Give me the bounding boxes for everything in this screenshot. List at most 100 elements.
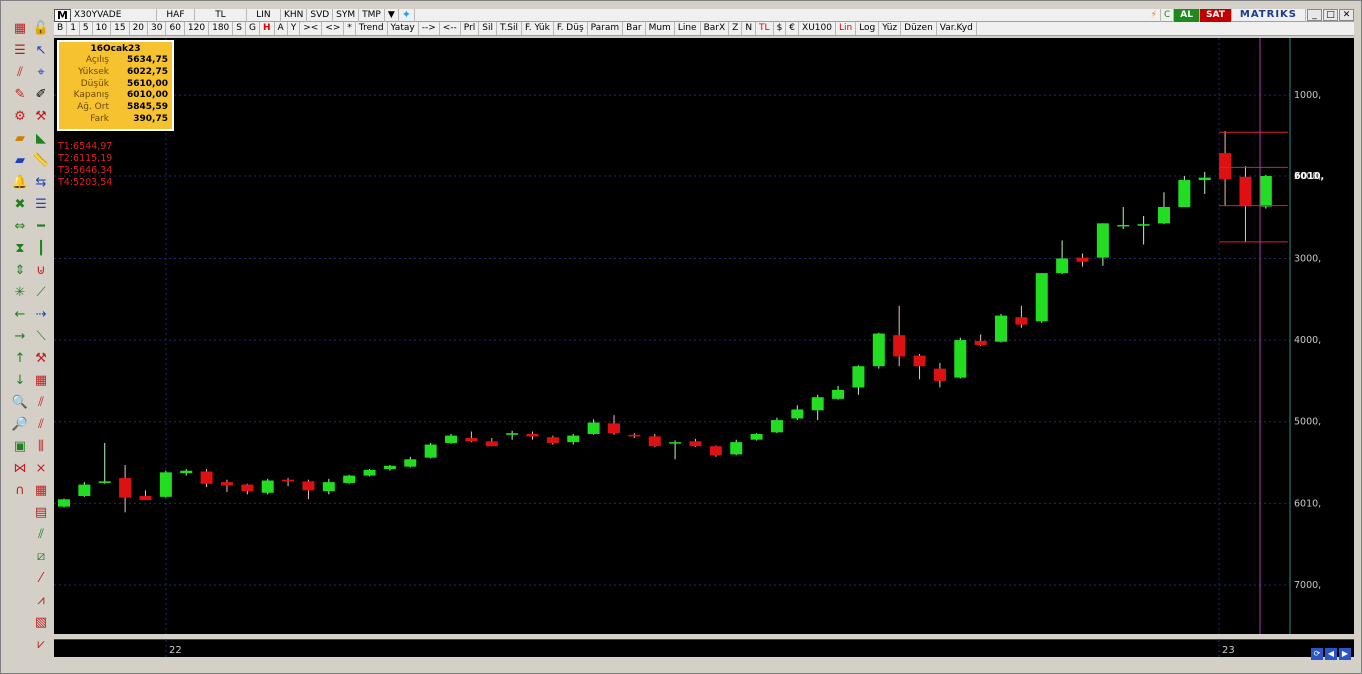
tool-button[interactable]: T.Sil: [497, 22, 523, 35]
svd-button[interactable]: SVD: [307, 8, 334, 22]
period-button[interactable]: 120: [185, 22, 210, 35]
shape2-icon[interactable]: ◣: [32, 130, 50, 148]
tool-button[interactable]: Sil: [479, 22, 497, 35]
tool-button[interactable]: BarX: [701, 22, 730, 35]
tool-button[interactable]: Bar: [623, 22, 646, 35]
tool-button[interactable]: $: [774, 22, 787, 35]
tool-button[interactable]: Line: [675, 22, 701, 35]
sym-button[interactable]: SYM: [333, 8, 360, 22]
arrow-left-icon[interactable]: ←: [11, 306, 29, 324]
bar-icon[interactable]: ┃: [32, 240, 50, 258]
tool-button[interactable]: Mum: [646, 22, 675, 35]
period-button[interactable]: 10: [93, 22, 112, 35]
tl-button[interactable]: TL: [195, 8, 247, 22]
edit-icon[interactable]: ✐: [32, 86, 50, 104]
chart2-icon[interactable]: ⫽: [32, 416, 50, 434]
twitter-icon[interactable]: ✦: [399, 8, 415, 22]
gear-icon[interactable]: ⚙: [11, 108, 29, 126]
cursor-icon[interactable]: ↖: [32, 42, 50, 60]
tool-button[interactable]: Param: [588, 22, 624, 35]
zigzag-icon[interactable]: ⋈: [11, 460, 29, 478]
refresh-icon[interactable]: C: [1161, 8, 1175, 22]
scroll-right-icon[interactable]: ▶: [1339, 648, 1351, 660]
chart5-icon[interactable]: ⨯: [32, 460, 50, 478]
hammer-icon[interactable]: ⚒: [32, 108, 50, 126]
zoom-in-icon[interactable]: 🔍: [11, 394, 29, 412]
tool-button[interactable]: Log: [856, 22, 880, 35]
chart6-icon[interactable]: ▦: [32, 482, 50, 500]
tool-button[interactable]: <--: [440, 22, 461, 35]
arrow-right2-icon[interactable]: ⇢: [32, 306, 50, 324]
lock-icon[interactable]: 🔓: [32, 20, 50, 38]
chart4-icon[interactable]: ⫼: [32, 438, 50, 456]
chart10-icon[interactable]: ⁄: [32, 570, 50, 588]
arrow-down-icon[interactable]: ↓: [11, 372, 29, 390]
chart11-icon[interactable]: ⩘: [32, 592, 50, 610]
horizontal-scrollbar[interactable]: [8, 658, 1290, 666]
tool-button[interactable]: Yüz: [879, 22, 902, 35]
pencil-icon[interactable]: ✎: [11, 86, 29, 104]
expand-h-icon[interactable]: ⇔: [11, 218, 29, 236]
zoom-out-icon[interactable]: 🔎: [11, 416, 29, 434]
magnet-icon[interactable]: ⊍: [32, 262, 50, 280]
sync-icon[interactable]: ⟳: [1311, 648, 1323, 660]
crosshair-icon[interactable]: ⌖: [32, 64, 50, 82]
period-button[interactable]: G: [246, 22, 260, 35]
tool-button[interactable]: F. Yük: [522, 22, 554, 35]
tool-button[interactable]: ><: [300, 22, 323, 35]
shape3-icon[interactable]: ▰: [11, 152, 29, 170]
tool-button[interactable]: <>: [322, 22, 345, 35]
period-button[interactable]: 30: [148, 22, 167, 35]
period-button[interactable]: Y: [288, 22, 301, 35]
chart8-icon[interactable]: ⫽: [32, 526, 50, 544]
grid-icon[interactable]: ▦: [32, 372, 50, 390]
arrow-right-icon[interactable]: →: [11, 328, 29, 346]
chart-icon[interactable]: ⫽: [32, 394, 50, 412]
chart12-icon[interactable]: ▧: [32, 614, 50, 632]
period-button[interactable]: H: [260, 22, 275, 35]
chart-canvas[interactable]: 7000,6010,5000,4000,3000,2000,1000,6010,: [54, 38, 1354, 634]
close-icon[interactable]: ✕: [1339, 9, 1354, 21]
tool-button[interactable]: N: [742, 22, 757, 35]
bell-icon[interactable]: 🔔: [11, 174, 29, 192]
price-chart[interactable]: 7000, 6010, 5000, 4000, 3000, 2000, 1000, 6010,: [54, 38, 1354, 634]
feather-icon[interactable]: ⟋: [32, 284, 50, 302]
symbol-selector[interactable]: X30YVADE: [71, 8, 157, 22]
tool-button[interactable]: XU100: [799, 22, 836, 35]
tool-button[interactable]: F. Düş: [554, 22, 588, 35]
period-button[interactable]: S: [233, 22, 247, 35]
period-button[interactable]: 15: [111, 22, 130, 35]
chart7-icon[interactable]: ▤: [32, 504, 50, 522]
minus-icon[interactable]: ━: [32, 218, 50, 236]
tool-button[interactable]: Lin: [836, 22, 857, 35]
chart13-icon[interactable]: ⩗: [32, 636, 50, 654]
hourglass-icon[interactable]: ⧗: [11, 240, 29, 258]
magnet2-icon[interactable]: ∩: [11, 482, 29, 500]
shape-icon[interactable]: ▰: [11, 130, 29, 148]
dropdown-arrow-icon[interactable]: ▼: [385, 8, 399, 22]
khn-button[interactable]: KHN: [281, 8, 308, 22]
cross-icon[interactable]: ✖: [11, 196, 29, 214]
tool-button[interactable]: -->: [419, 22, 440, 35]
period-button[interactable]: 1: [67, 22, 80, 35]
tmp-button[interactable]: TMP: [359, 8, 385, 22]
maximize-icon[interactable]: □: [1323, 9, 1338, 21]
chart9-icon[interactable]: ⧄: [32, 548, 50, 566]
lightning-icon[interactable]: ⚡: [1148, 8, 1161, 22]
period-button[interactable]: 20: [130, 22, 149, 35]
minimize-icon[interactable]: _: [1307, 9, 1322, 21]
table-icon[interactable]: ▦: [11, 20, 29, 38]
buy-button[interactable]: AL: [1174, 8, 1200, 22]
lines-h-icon[interactable]: ☰: [32, 196, 50, 214]
list-icon[interactable]: ☰: [11, 42, 29, 60]
tool-button[interactable]: *: [344, 22, 356, 35]
chart3-icon[interactable]: ▣: [11, 438, 29, 456]
tool-button[interactable]: Var.Kyd: [937, 22, 977, 35]
tool-button[interactable]: TL: [756, 22, 774, 35]
diag-icon[interactable]: ⟍: [32, 328, 50, 346]
ruler-icon[interactable]: 📏: [32, 152, 50, 170]
arrows-lr-icon[interactable]: ⇆: [32, 174, 50, 192]
menu-button[interactable]: M: [54, 8, 71, 22]
tool-button[interactable]: Prl: [461, 22, 480, 35]
expand-v-icon[interactable]: ⇕: [11, 262, 29, 280]
